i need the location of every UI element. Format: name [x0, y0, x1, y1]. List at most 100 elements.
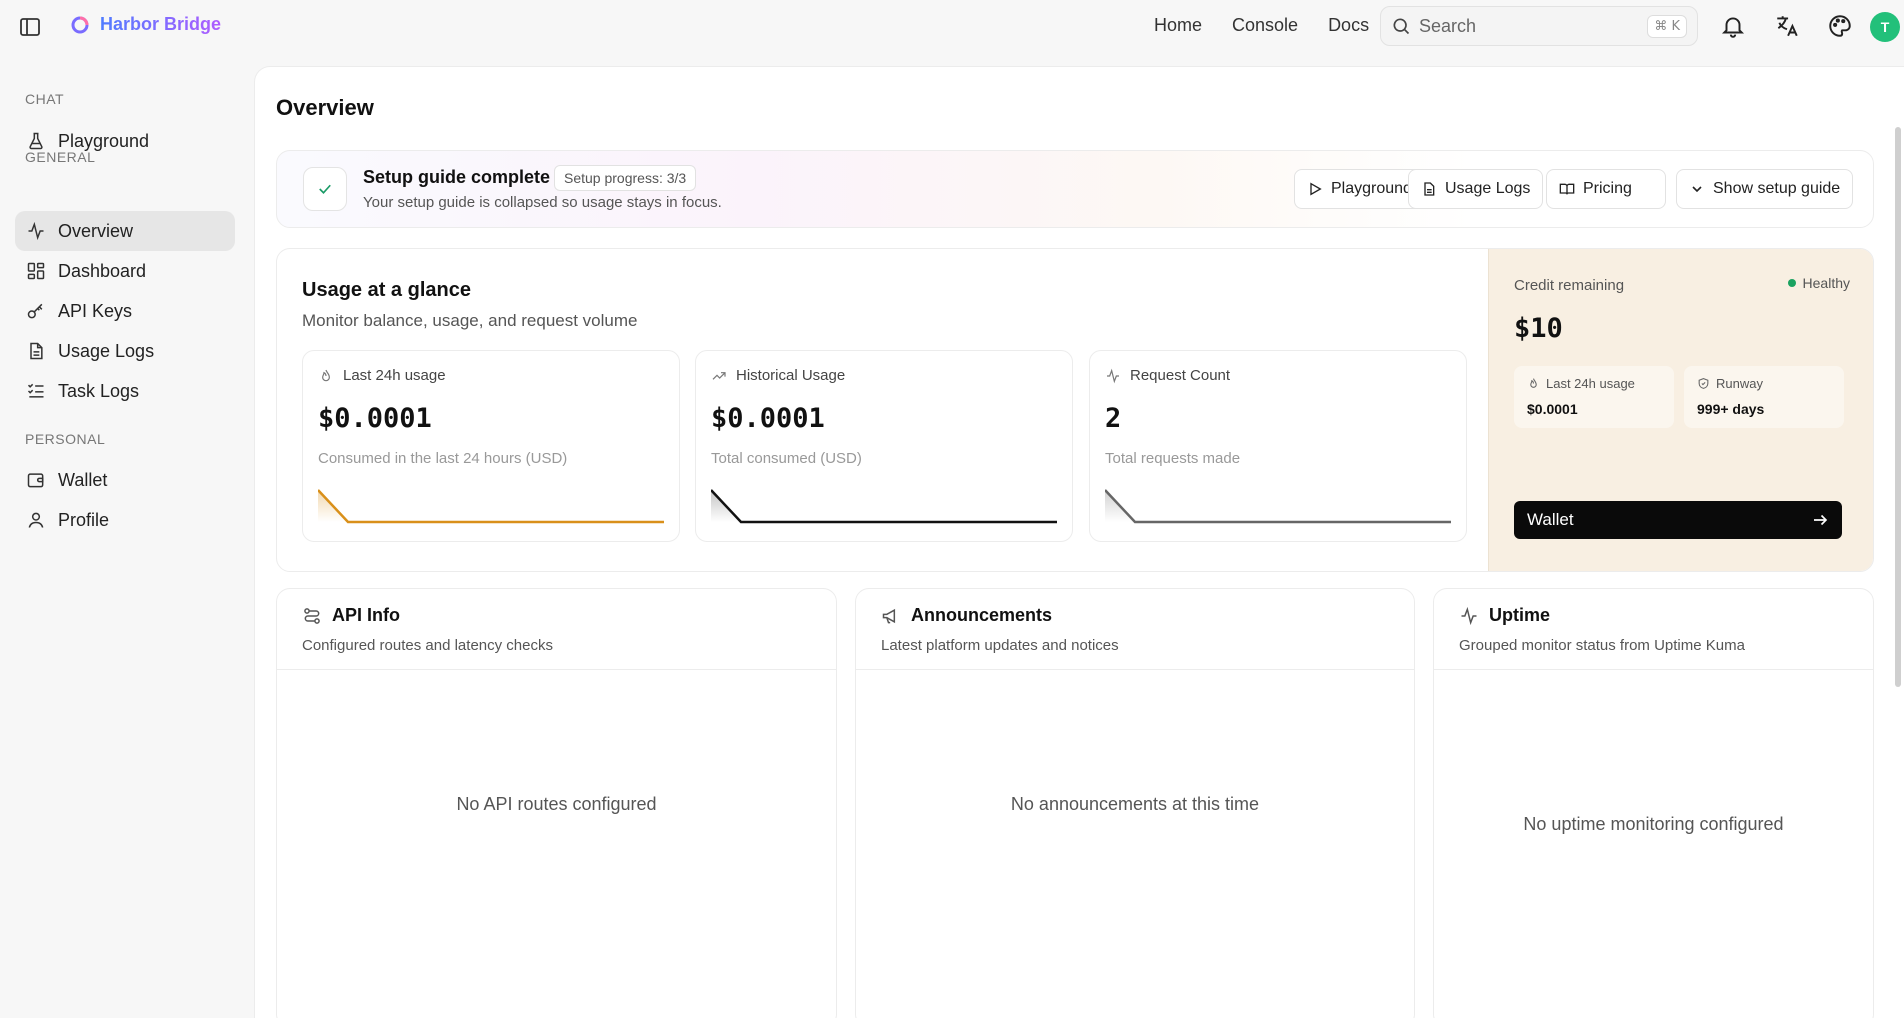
usage-logs-button-label: Usage Logs: [1445, 180, 1531, 197]
credit-panel: Credit remaining Healthy $10 Last 24h us…: [1488, 249, 1873, 571]
wallet-button[interactable]: Wallet: [1514, 501, 1842, 539]
credit-label: Credit remaining: [1514, 277, 1625, 294]
panel-header: API Info Configured routes and latency c…: [277, 589, 836, 670]
empty-state-text: No API routes configured: [456, 794, 657, 814]
sidebar-item-label: Overview: [58, 220, 134, 241]
play-icon: [1310, 182, 1322, 196]
panel-header: Announcements Latest platform updates an…: [856, 589, 1414, 670]
panel-title-row: API Info: [302, 605, 400, 626]
scrollbar[interactable]: [1895, 127, 1901, 687]
metric-subtitle: Total requests made: [1105, 450, 1241, 467]
metric-last-24h: Last 24h usage $0.0001 Consumed in the l…: [302, 350, 680, 542]
trending-up-icon: [712, 371, 726, 380]
panel-title: Uptime: [1489, 605, 1551, 625]
arrow-right-icon: [1814, 514, 1828, 526]
usage-logs-button[interactable]: Usage Logs: [1408, 169, 1544, 209]
show-setup-guide-button[interactable]: Show setup guide: [1676, 169, 1854, 209]
panel-title: API Info: [332, 605, 400, 625]
search-input[interactable]: Search ⌘ K: [1380, 6, 1698, 46]
setup-subtitle: Your setup guide is collapsed so usage s…: [363, 194, 722, 211]
status-badge: Healthy: [1787, 275, 1850, 291]
sparkline-last-24h: [318, 489, 664, 524]
metric-subtitle: Consumed in the last 24 hours (USD): [318, 450, 568, 467]
sidebar-section-general: GENERAL: [25, 149, 96, 165]
status-text: Healthy: [1802, 275, 1850, 291]
flask-icon: [29, 132, 43, 150]
mini-label-row: Last 24h usage: [1527, 376, 1635, 391]
metric-value: $0.0001: [711, 403, 825, 434]
credit-last-24h: Last 24h usage $0.0001: [1514, 366, 1674, 428]
file-text-icon: [1424, 182, 1435, 196]
metric-label-row: Historical Usage: [711, 367, 845, 384]
pricing-button[interactable]: Pricing: [1546, 169, 1666, 209]
user-icon: [28, 512, 44, 528]
shield-icon: [1698, 378, 1709, 389]
mini-value: $0.0001: [1527, 401, 1578, 417]
credit-runway: Runway 999+ days: [1684, 366, 1844, 428]
metric-historical-usage: Historical Usage $0.0001 Total consumed …: [695, 350, 1073, 542]
metric-subtitle: Total consumed (USD): [711, 450, 862, 467]
key-icon: [27, 303, 43, 319]
setup-progress-badge: Setup progress: 3/3: [554, 165, 697, 191]
avatar[interactable]: T: [1870, 12, 1900, 42]
chevron-down-icon: [1692, 186, 1702, 193]
panel-subtitle: Grouped monitor status from Uptime Kuma: [1459, 637, 1745, 654]
mini-label: Runway: [1716, 376, 1763, 391]
nav-console-link[interactable]: Console: [1232, 15, 1298, 36]
sidebar-item-label: Task Logs: [58, 380, 140, 401]
sidebar-section-personal: PERSONAL: [25, 431, 106, 447]
sidebar-item-profile[interactable]: Profile: [15, 500, 235, 540]
panel-title-row: Uptime: [1459, 605, 1550, 626]
nav-docs-link[interactable]: Docs: [1328, 15, 1369, 36]
sidebar-item-api-keys[interactable]: API Keys: [15, 291, 235, 331]
bell-icon[interactable]: [1720, 13, 1746, 39]
metric-label: Historical Usage: [736, 367, 846, 384]
metric-label-row: Last 24h usage: [318, 367, 446, 384]
metric-label-row: Request Count: [1105, 367, 1230, 384]
setup-title: Setup guide complete: [363, 167, 551, 187]
sidebar-toggle-icon[interactable]: [18, 15, 42, 39]
playground-button-label: Playground: [1331, 180, 1412, 197]
palette-icon[interactable]: [1827, 13, 1853, 39]
mini-label: Last 24h usage: [1546, 376, 1635, 391]
pricing-button-label: Pricing: [1583, 180, 1632, 197]
list-check-icon: [27, 383, 44, 398]
megaphone-icon: [882, 608, 896, 623]
brand-name: Harbor Bridge: [100, 14, 222, 34]
sidebar-item-label: API Keys: [58, 300, 133, 321]
setup-guide-banner: Setup guide complete Setup progress: 3/3…: [276, 150, 1874, 228]
metric-label: Request Count: [1130, 367, 1231, 384]
panel-subtitle: Latest platform updates and notices: [881, 637, 1119, 654]
book-icon: [1559, 183, 1575, 195]
check-icon: [303, 167, 347, 211]
panel-header: Uptime Grouped monitor status from Uptim…: [1434, 589, 1873, 670]
metric-request-count: Request Count 2 Total requests made: [1089, 350, 1467, 542]
sidebar-item-overview[interactable]: Overview: [15, 211, 235, 251]
sidebar-item-usage-logs[interactable]: Usage Logs: [15, 331, 235, 371]
sparkline-historical: [711, 489, 1057, 524]
sidebar-item-label: Usage Logs: [58, 340, 155, 361]
search-shortcut: ⌘ K: [1647, 14, 1687, 38]
translate-icon[interactable]: [1774, 13, 1800, 39]
metric-label: Last 24h usage: [343, 367, 446, 384]
activity-icon: [28, 221, 44, 241]
wallet-icon: [27, 473, 44, 488]
top-bar: Harbor Bridge Home Console Docs Search ⌘…: [0, 0, 1904, 52]
playground-button[interactable]: Playground: [1294, 169, 1425, 209]
usage-subtitle: Monitor balance, usage, and request volu…: [302, 311, 638, 330]
mini-value: 999+ days: [1697, 401, 1765, 417]
sidebar-item-dashboard[interactable]: Dashboard: [15, 251, 235, 291]
brand[interactable]: Harbor Bridge: [70, 14, 221, 35]
credit-value: $10: [1514, 313, 1563, 344]
uptime-panel: Uptime Grouped monitor status from Uptim…: [1433, 588, 1874, 1018]
dashboard-icon: [27, 262, 45, 280]
panel-title-row: Announcements: [881, 605, 1052, 626]
panel-subtitle: Configured routes and latency checks: [302, 637, 553, 654]
page-title: Overview: [276, 95, 374, 120]
sidebar-item-wallet[interactable]: Wallet: [15, 460, 235, 500]
sidebar-item-task-logs[interactable]: Task Logs: [15, 371, 235, 411]
sparkline-requests: [1105, 489, 1451, 524]
flame-icon: [322, 369, 330, 381]
nav-home-link[interactable]: Home: [1154, 15, 1202, 36]
usage-title: Usage at a glance: [302, 279, 471, 301]
